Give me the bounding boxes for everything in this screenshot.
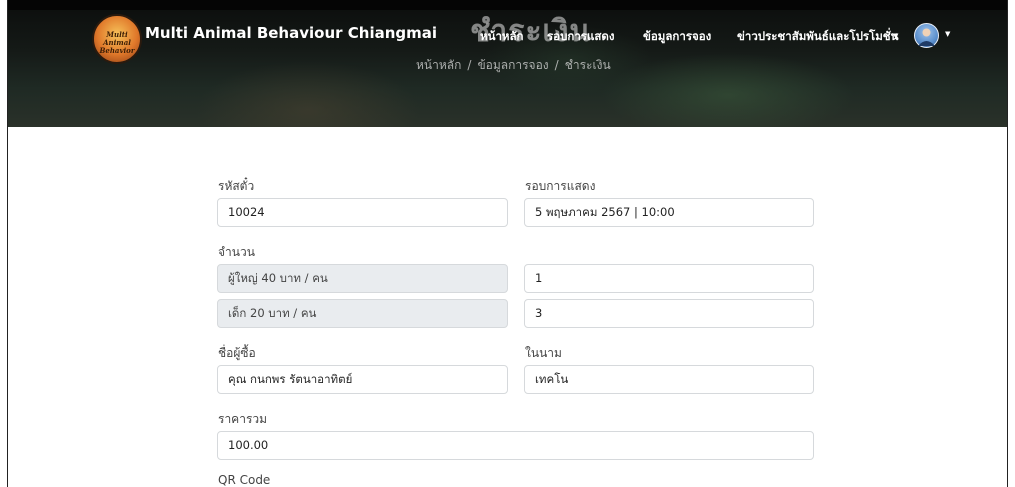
brand-name[interactable]: Multi Animal Behaviour Chiangmai	[145, 24, 437, 42]
nav-shows[interactable]: รอบการแสดง	[547, 28, 615, 46]
nav-booking-info[interactable]: ข้อมูลการจอง	[643, 28, 711, 46]
showtime-field[interactable]: 5 พฤษภาคม 2567 | 10:00	[524, 198, 814, 227]
ticket-id-label: รหัสตั๋ว	[218, 179, 255, 193]
breadcrumb-separator: /	[554, 58, 559, 72]
brand-logo[interactable]: Multi Animal Behavior	[92, 14, 142, 64]
buyer-name-label: ชื่อผู้ซื้อ	[218, 346, 256, 360]
nav-news-dropdown[interactable]: ข่าวประชาสัมพันธ์และโปรโมชั่น	[737, 28, 898, 46]
chevron-down-icon[interactable]: ▼	[945, 30, 950, 38]
child-price-label: เด็ก 20 บาท / คน	[217, 299, 508, 328]
on-behalf-label: ในนาม	[525, 346, 562, 360]
breadcrumb-booking-info[interactable]: ข้อมูลการจอง	[477, 58, 548, 72]
window-right-border	[1007, 0, 1008, 487]
adult-quantity-input[interactable]: 1	[524, 264, 814, 293]
chevron-down-icon[interactable]: ▼	[893, 32, 898, 40]
qr-code-label: QR Code	[218, 473, 271, 487]
on-behalf-field[interactable]: เทคโน	[524, 365, 814, 394]
breadcrumb-separator: /	[467, 58, 472, 72]
child-quantity-input[interactable]: 3	[524, 299, 814, 328]
ticket-id-field[interactable]: 10024	[217, 198, 508, 227]
user-avatar-icon[interactable]	[914, 23, 939, 48]
quantity-label: จำนวน	[218, 245, 255, 259]
logo-text: Multi Animal Behavior	[99, 30, 135, 55]
breadcrumb: หน้าหลัก / ข้อมูลการจอง / ชำระเงิน	[416, 56, 611, 75]
window-left-border	[7, 0, 8, 487]
nav-home[interactable]: หน้าหลัก	[480, 28, 524, 46]
total-price-label: ราคารวม	[218, 412, 268, 426]
user-silhouette-icon	[918, 28, 935, 46]
buyer-name-field[interactable]: คุณ กนกพร รัตนาอาทิตย์	[217, 365, 508, 394]
total-price-field[interactable]: 100.00	[217, 431, 814, 460]
hero-header: Multi Animal Behavior Multi Animal Behav…	[8, 0, 1007, 127]
breadcrumb-current: ชำระเงิน	[564, 58, 611, 72]
adult-price-label: ผู้ใหญ่ 40 บาท / คน	[217, 264, 508, 293]
showtime-label: รอบการแสดง	[525, 179, 596, 193]
breadcrumb-home[interactable]: หน้าหลัก	[416, 58, 461, 72]
